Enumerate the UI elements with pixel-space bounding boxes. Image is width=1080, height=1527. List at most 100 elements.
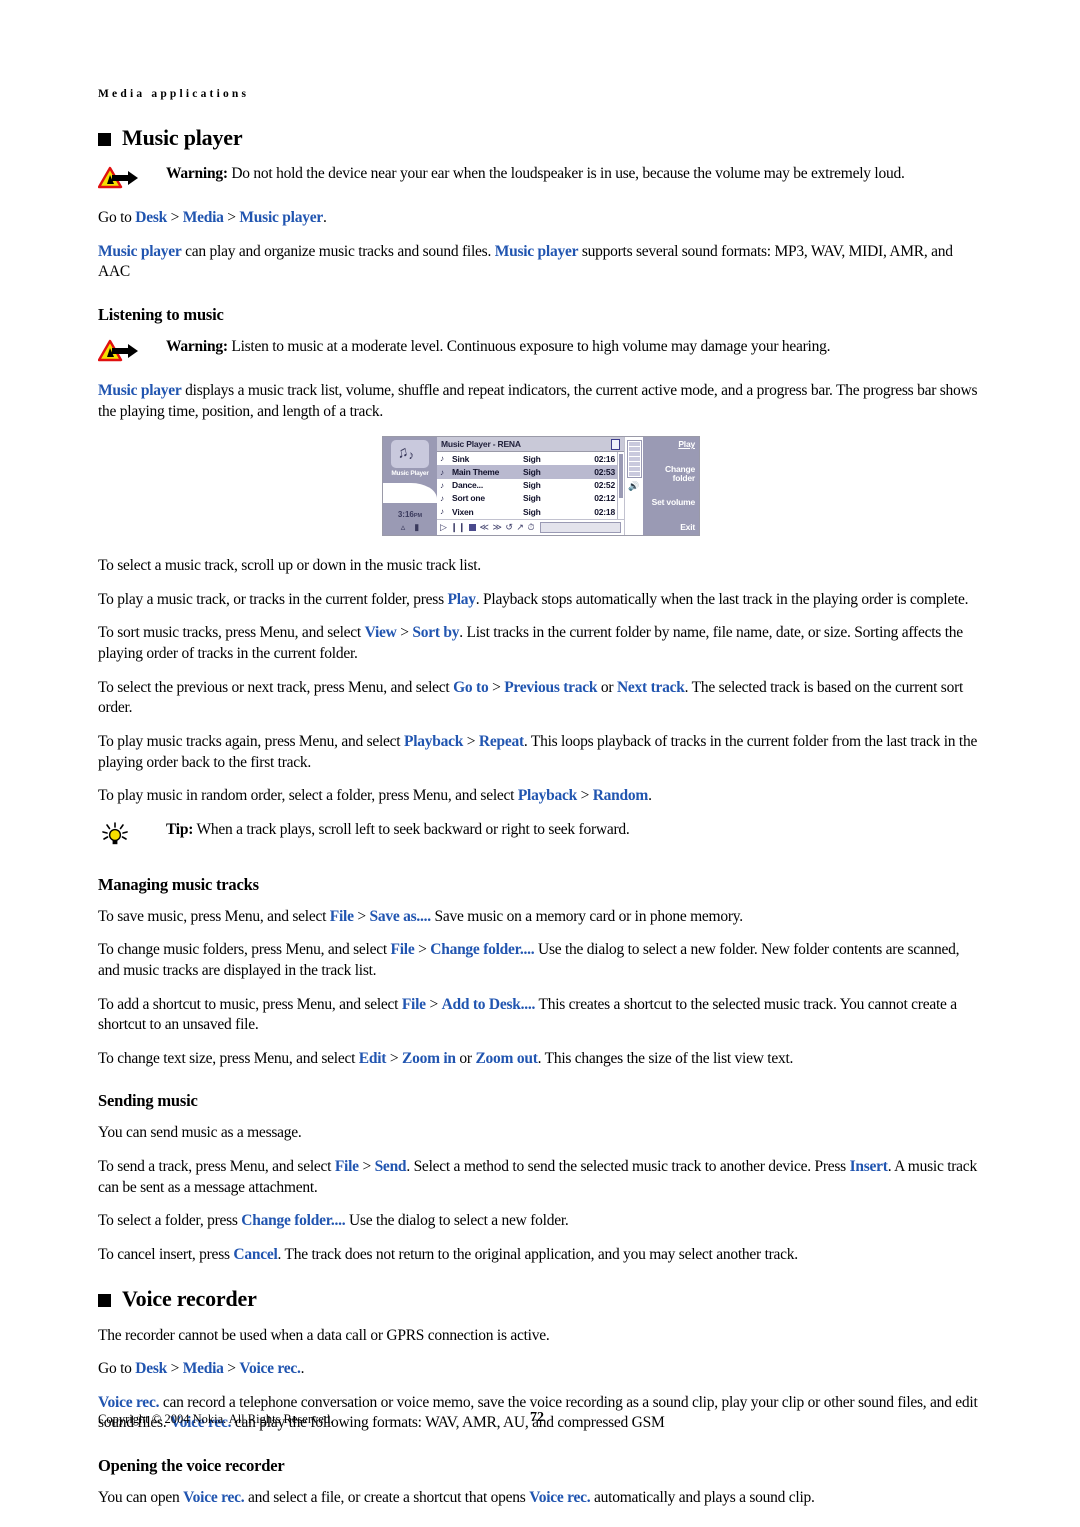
random-text-b: . xyxy=(648,787,652,805)
clock-icon[interactable]: ⏱ xyxy=(527,522,534,533)
link-change-folder[interactable]: Change folder.... xyxy=(430,941,534,958)
pause-icon[interactable]: ❙❙ xyxy=(450,522,465,533)
track-name: Sort one xyxy=(452,493,485,504)
device-button-change-folder[interactable]: Change folder xyxy=(643,464,695,484)
zoom-or: or xyxy=(455,1049,476,1067)
progress-bar[interactable] xyxy=(539,522,621,534)
device-app-label: Music Player xyxy=(391,470,429,478)
volume-indicator[interactable]: 🔊 xyxy=(624,437,643,536)
link-playback-repeat[interactable]: Playback xyxy=(404,733,463,750)
paragraph-text-size: To change text size, press Menu, and sel… xyxy=(98,1049,984,1070)
link-voice-rec-desc-1[interactable]: Voice rec. xyxy=(98,1394,159,1411)
link-music-player-intro-1[interactable]: Music player xyxy=(98,243,182,260)
track-list[interactable]: ♪ Sink Sigh 02:16 ♪ Main Theme Sigh 02:5… xyxy=(437,452,617,519)
warning-note-text: Warning: Do not hold the device near you… xyxy=(166,164,984,185)
link-voice-rec[interactable]: Voice rec. xyxy=(239,1360,300,1377)
link-file-shortcut[interactable]: File xyxy=(402,996,426,1013)
link-file-folder[interactable]: File xyxy=(391,941,415,958)
track-row[interactable]: ♪ Main Theme Sigh 02:53 xyxy=(437,465,617,479)
paragraph-select-folder: To select a folder, press Change folder.… xyxy=(98,1211,984,1232)
device-command-buttons: Play Change folder Set volume Exit xyxy=(643,437,699,536)
link-change-folder-2[interactable]: Change folder.... xyxy=(241,1212,345,1229)
volume-bar xyxy=(628,442,640,447)
device-button-set-volume[interactable]: Set volume xyxy=(643,498,696,508)
link-send[interactable]: Send xyxy=(375,1158,407,1175)
link-file-save[interactable]: File xyxy=(330,908,354,925)
link-save-as[interactable]: Save as.... xyxy=(369,908,431,925)
track-name: Dance... xyxy=(452,480,483,491)
link-previous-track[interactable]: Previous track xyxy=(504,679,597,696)
device-button-exit[interactable]: Exit xyxy=(643,522,695,532)
rewind-icon[interactable]: ≪ xyxy=(480,522,489,533)
volume-bar xyxy=(628,472,640,477)
track-list-scrollbar[interactable] xyxy=(617,452,624,520)
device-button-play[interactable]: Play xyxy=(643,439,695,449)
signal-icon: ▵ xyxy=(400,522,406,533)
track-row[interactable]: ♪ Dance... Sigh 02:52 xyxy=(437,479,617,492)
speaker-note-icon: ♪ xyxy=(440,493,444,503)
volume-bar xyxy=(628,457,640,462)
link-sort-by[interactable]: Sort by xyxy=(412,624,459,641)
tip-note-seek: Tip: When a track plays, scroll left to … xyxy=(98,820,984,853)
paragraph-select-track: To select a music track, scroll up or do… xyxy=(98,557,481,575)
document-page: Media applications Music player Warning:… xyxy=(0,0,1080,1527)
link-file-send[interactable]: File xyxy=(335,1158,359,1175)
heading-voice-recorder-label: Voice recorder xyxy=(122,1286,257,1312)
shortcut-sep: > xyxy=(425,995,442,1013)
goto-prefix: Go to xyxy=(98,209,136,227)
track-row[interactable]: ♪ Sink Sigh 02:16 xyxy=(437,452,617,465)
shuffle-icon[interactable]: ↗ xyxy=(516,522,524,533)
track-duration: 02:52 xyxy=(594,480,615,491)
link-music-player-desc[interactable]: Music player xyxy=(98,382,182,399)
save-text-b: Save music on a memory card or in phone … xyxy=(430,907,744,925)
link-repeat[interactable]: Repeat xyxy=(479,733,524,750)
paragraph-save-music: To save music, press Menu, and select Fi… xyxy=(98,907,984,928)
link-insert[interactable]: Insert xyxy=(850,1158,888,1175)
link-voice-rec-open-2[interactable]: Voice rec. xyxy=(529,1489,590,1506)
track-row[interactable]: ♪ Sort one Sigh 02:12 xyxy=(437,492,617,505)
link-play[interactable]: Play xyxy=(448,591,477,608)
link-random[interactable]: Random xyxy=(593,787,649,804)
play-text-b: . Playback stops automatically when the … xyxy=(475,590,969,608)
track-name: Vixen xyxy=(452,506,474,517)
vr-goto-prefix: Go to xyxy=(98,1360,136,1378)
warning-triangle-arrow-icon xyxy=(97,339,138,362)
link-zoom-in[interactable]: Zoom in xyxy=(402,1050,456,1067)
link-media[interactable]: Media xyxy=(183,209,224,226)
vr-goto-sep-1: > xyxy=(166,1360,183,1378)
vr-goto-suffix: . xyxy=(300,1360,305,1378)
link-zoom-out[interactable]: Zoom out xyxy=(475,1050,537,1067)
link-view[interactable]: View xyxy=(365,624,397,641)
link-desk[interactable]: Desk xyxy=(135,209,167,226)
selfolder-text-a: To select a folder, press xyxy=(98,1212,242,1230)
prev-text-a: To select the previous or next track, pr… xyxy=(98,678,454,696)
track-duration: 02:16 xyxy=(594,453,615,464)
paragraph-add-shortcut: To add a shortcut to music, press Menu, … xyxy=(98,995,984,1036)
track-row[interactable]: ♪ Vixen Sigh 02:18 xyxy=(437,505,617,518)
link-playback-random[interactable]: Playback xyxy=(518,787,577,804)
stop-icon[interactable] xyxy=(469,524,477,532)
link-cancel[interactable]: Cancel xyxy=(233,1246,277,1263)
play-icon[interactable]: ▷ xyxy=(440,522,447,533)
paragraph-send-intro: You can send music as a message. xyxy=(98,1124,302,1142)
track-name: Main Theme xyxy=(452,467,500,478)
music-player-app-icon: ♫ ♪ xyxy=(391,440,429,469)
link-add-to-desk[interactable]: Add to Desk.... xyxy=(442,996,536,1013)
link-edit[interactable]: Edit xyxy=(359,1050,387,1067)
track-duration: 02:53 xyxy=(594,467,615,478)
link-desk-2[interactable]: Desk xyxy=(135,1360,167,1377)
goto-suffix: . xyxy=(322,209,327,227)
device-clock: 3:16PM xyxy=(383,510,437,519)
link-music-player-intro-2[interactable]: Music player xyxy=(495,243,579,260)
link-go-to[interactable]: Go to xyxy=(453,679,489,696)
link-next-track[interactable]: Next track xyxy=(617,679,685,696)
transport-controls[interactable]: ▷ ❙❙ ≪ ≫ ↺ ↗ ⏱ xyxy=(437,519,624,535)
scrollbar-thumb[interactable] xyxy=(619,454,623,499)
link-voice-rec-open-1[interactable]: Voice rec. xyxy=(183,1489,244,1506)
link-music-player[interactable]: Music player xyxy=(239,209,323,226)
fast-forward-icon[interactable]: ≫ xyxy=(492,522,501,533)
page-content: Media applications Music player Warning:… xyxy=(97,88,984,1522)
volume-bar xyxy=(628,447,640,452)
link-media-2[interactable]: Media xyxy=(183,1360,224,1377)
repeat-icon[interactable]: ↺ xyxy=(505,522,513,533)
